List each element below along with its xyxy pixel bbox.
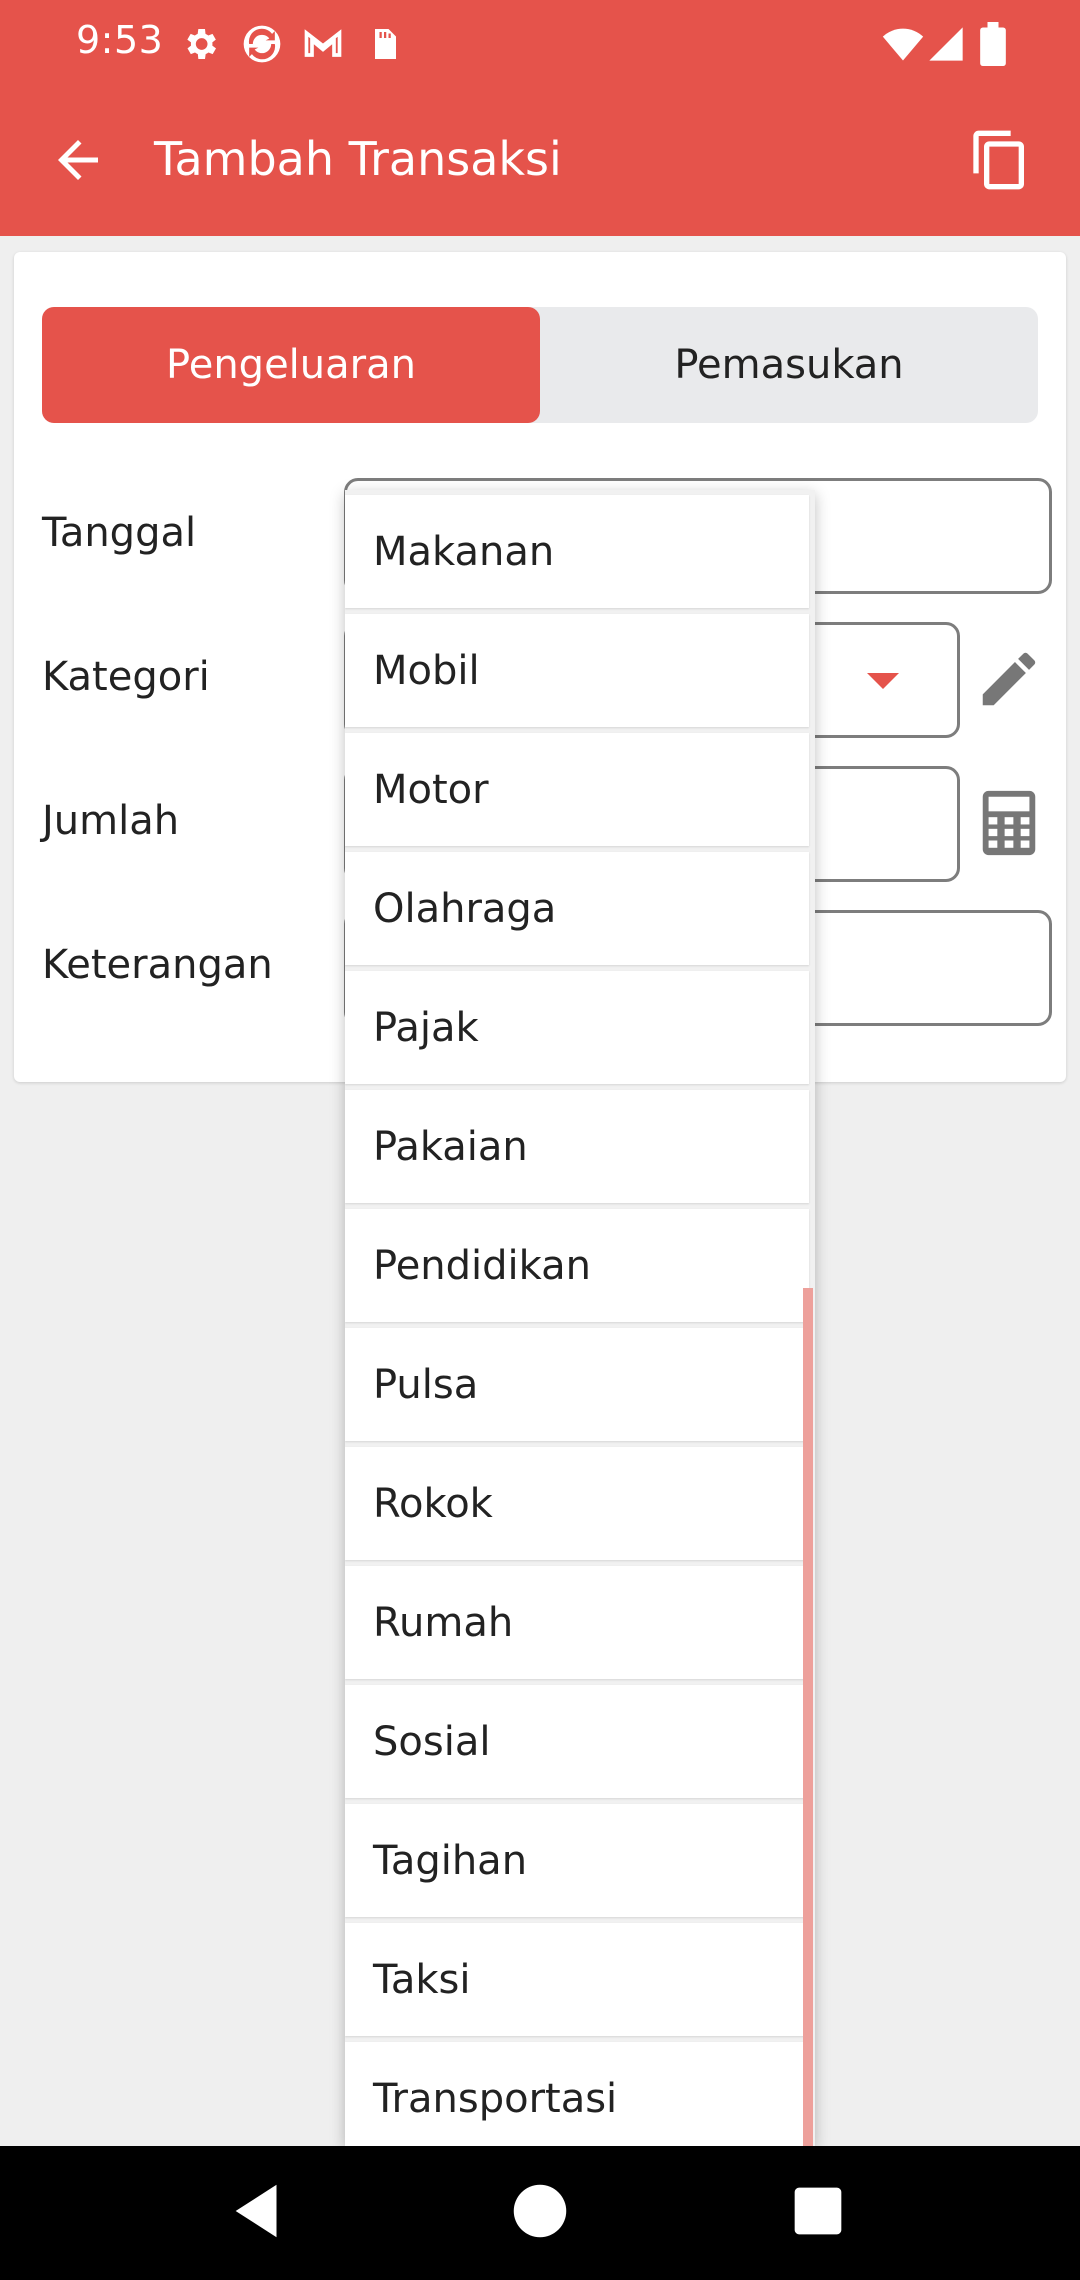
kategori-label: Kategori xyxy=(42,654,210,700)
status-bar: 9:53 xyxy=(0,0,1080,88)
sd-card-icon xyxy=(375,29,396,59)
gear-icon xyxy=(187,29,216,59)
pencil-icon[interactable] xyxy=(974,644,1044,714)
app-bar: Tambah Transaksi xyxy=(0,88,1080,236)
list-item[interactable]: Sosial xyxy=(345,1685,809,1798)
page-title: Tambah Transaksi xyxy=(154,132,562,186)
gmail-icon xyxy=(304,29,342,57)
jumlah-label: Jumlah xyxy=(42,798,180,844)
system-nav-bar xyxy=(0,2146,1080,2280)
chevron-down-icon xyxy=(867,673,899,689)
list-item[interactable]: Pulsa xyxy=(345,1328,809,1441)
copy-icon[interactable] xyxy=(968,128,1032,192)
list-item[interactable]: Motor xyxy=(345,733,809,846)
battery-icon xyxy=(980,22,1006,66)
keterangan-label: Keterangan xyxy=(42,942,273,988)
list-item[interactable]: Olahraga xyxy=(345,852,809,965)
list-item[interactable]: Mobil xyxy=(345,614,809,727)
list-item[interactable]: Tagihan xyxy=(345,1804,809,1917)
list-item[interactable]: Pendidikan xyxy=(345,1209,809,1322)
wifi-icon xyxy=(882,28,924,61)
list-item[interactable]: Makanan xyxy=(345,495,809,608)
home-circle-icon[interactable] xyxy=(505,2176,575,2246)
list-item[interactable]: Rokok xyxy=(345,1447,809,1560)
tab-pengeluaran[interactable]: Pengeluaran xyxy=(42,307,540,423)
dropdown-scrollbar[interactable] xyxy=(803,1288,813,2146)
sync-icon xyxy=(243,25,281,63)
signal-icon xyxy=(929,27,963,61)
arrow-back-icon[interactable] xyxy=(48,130,108,190)
list-item[interactable]: Transportasi xyxy=(345,2042,809,2146)
list-item[interactable]: Pajak xyxy=(345,971,809,1084)
list-item[interactable]: Pakaian xyxy=(345,1090,809,1203)
kategori-dropdown[interactable]: Makanan Mobil Motor Olahraga Pajak Pakai… xyxy=(345,490,815,2146)
calculator-icon[interactable] xyxy=(974,788,1044,858)
list-item[interactable]: Taksi xyxy=(345,1923,809,2036)
tab-pemasukan[interactable]: Pemasukan xyxy=(540,307,1038,423)
back-triangle-icon[interactable] xyxy=(224,2176,294,2246)
status-time: 9:53 xyxy=(76,18,164,62)
tanggal-label: Tanggal xyxy=(42,510,197,556)
list-item[interactable]: Rumah xyxy=(345,1566,809,1679)
transaction-type-toggle: Pengeluaran Pemasukan xyxy=(42,307,1038,423)
recents-square-icon[interactable] xyxy=(783,2176,853,2246)
